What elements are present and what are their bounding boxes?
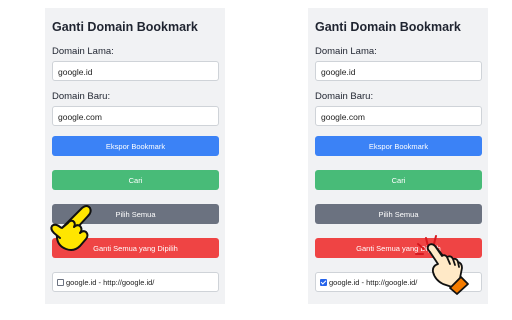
new-domain-label: Domain Baru: <box>315 91 374 102</box>
search-button[interactable]: Cari <box>315 170 482 190</box>
old-domain-input[interactable]: google.id <box>52 61 219 81</box>
bookmark-panel-left: Ganti Domain Bookmark Domain Lama: googl… <box>45 8 225 304</box>
bookmark-checkbox[interactable] <box>320 278 327 286</box>
new-domain-label: Domain Baru: <box>52 91 111 102</box>
search-button[interactable]: Cari <box>52 170 219 190</box>
bookmark-item-label: google.id - http://google.id/ <box>66 277 155 287</box>
select-all-button[interactable]: Pilih Semua <box>315 204 482 224</box>
export-bookmark-button[interactable]: Ekspor Bookmark <box>315 136 482 156</box>
old-domain-label: Domain Lama: <box>52 46 114 57</box>
panel-title: Ganti Domain Bookmark <box>315 20 461 34</box>
old-domain-input[interactable]: google.id <box>315 61 482 81</box>
clicking-hand-icon <box>415 235 469 295</box>
pointing-hand-icon <box>50 205 92 251</box>
export-bookmark-button[interactable]: Ekspor Bookmark <box>52 136 219 156</box>
new-domain-input[interactable]: google.com <box>52 106 219 126</box>
new-domain-input[interactable]: google.com <box>315 106 482 126</box>
old-domain-label: Domain Lama: <box>315 46 377 57</box>
bookmark-item-label: google.id - http://google.id/ <box>329 277 418 287</box>
bookmark-list-item[interactable]: google.id - http://google.id/ <box>52 272 219 292</box>
bookmark-checkbox[interactable] <box>57 278 64 286</box>
panel-title: Ganti Domain Bookmark <box>52 20 198 34</box>
